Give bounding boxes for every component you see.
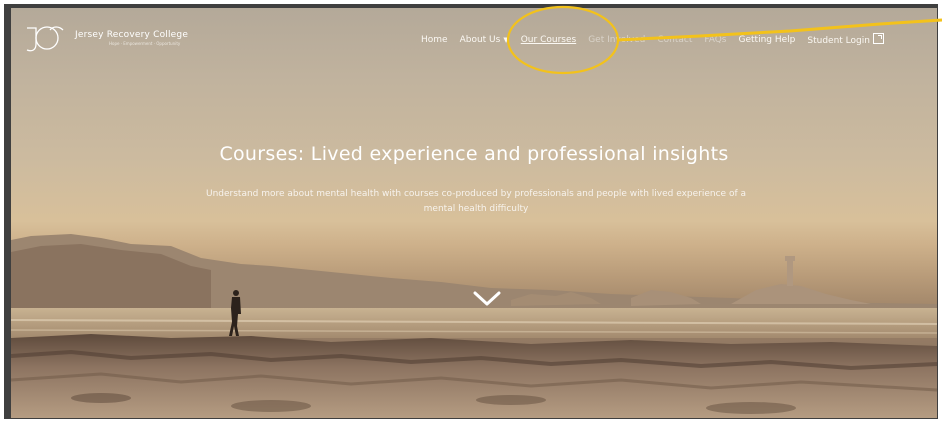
nav-item-our-courses[interactable]: Our Courses [521, 35, 576, 45]
brand-name: Jersey Recovery College [75, 30, 189, 40]
nav-item-home[interactable]: Home [421, 35, 448, 45]
nav-item-contact[interactable]: Contact [657, 35, 692, 45]
nav-item-about-us[interactable]: About Us ▼ [460, 35, 509, 45]
jrc-logo-icon [26, 26, 64, 52]
site-logo[interactable]: Jersey Recovery College Hope · Empowerme… [23, 24, 188, 56]
nav-item-getting-help[interactable]: Getting Help [739, 35, 796, 45]
external-link-icon [872, 33, 884, 44]
nav-item-student-login[interactable]: Student Login [807, 33, 884, 46]
chevron-down-icon: ▼ [503, 35, 509, 44]
scroll-down-chevron-icon[interactable] [473, 290, 501, 308]
nav-item-student-login-label: Student Login [807, 36, 870, 46]
screenshot-frame: Jersey Recovery College Hope · Empowerme… [0, 0, 942, 423]
main-nav: Home About Us ▼ Our Courses Get Involved … [421, 33, 896, 46]
hero-subtitle: Understand more about mental health with… [205, 189, 746, 214]
nav-item-faqs[interactable]: FAQs [704, 35, 726, 45]
hero-title: Courses: Lived experience and profession… [219, 143, 729, 165]
brand-tagline: Hope · Empowerment · Opportunity [109, 41, 181, 46]
nav-item-about-us-label: About Us [459, 34, 501, 45]
nav-item-get-involved[interactable]: Get Involved [588, 35, 645, 45]
hero-banner: Jersey Recovery College Hope · Empowerme… [11, 8, 937, 418]
